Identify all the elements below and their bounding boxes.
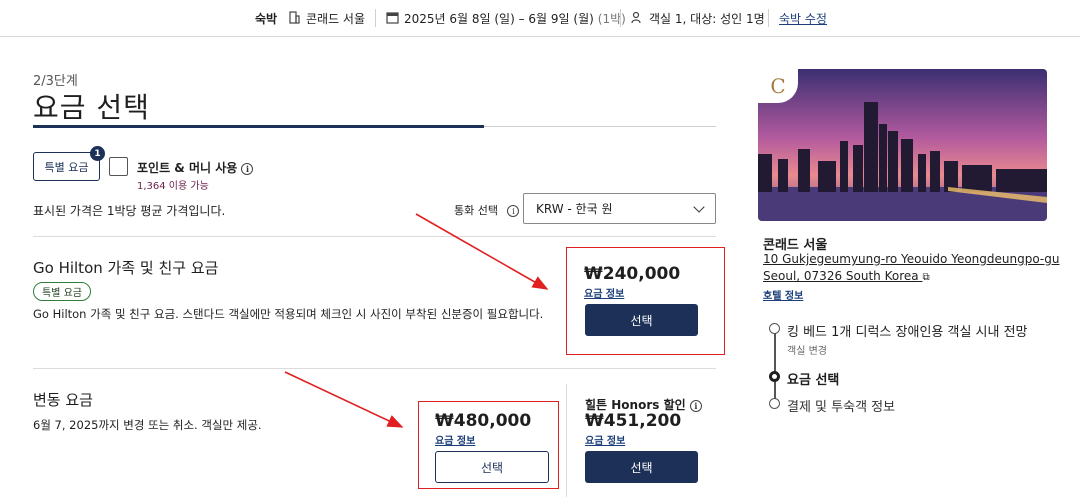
timeline-step-rate: 요금 선택 bbox=[787, 373, 840, 388]
timeline-step-payment: 결제 및 투숙객 정보 bbox=[787, 400, 896, 415]
timeline-dot-done bbox=[769, 323, 780, 334]
timeline-dot-active bbox=[769, 371, 780, 382]
timeline-dot-pending bbox=[769, 398, 780, 409]
sidebar-hotel-name: 콘래드 서울 bbox=[763, 238, 828, 253]
hotel-photo bbox=[758, 69, 1047, 221]
hotel-address-line2[interactable]: Seoul, 07326 South Korea ⧉ bbox=[763, 269, 930, 283]
annotation-arrow bbox=[415, 213, 549, 290]
timeline-step-room: 킹 베드 1개 디럭스 장애인용 객실 시내 전망 bbox=[787, 325, 1028, 340]
hotel-address-line1[interactable]: 10 Gukjegeumyung-ro Yeouido Yeongdeungpo… bbox=[763, 252, 1059, 266]
annotation-arrow bbox=[284, 371, 404, 428]
external-link-icon: ⧉ bbox=[922, 272, 930, 283]
booking-timeline-line bbox=[774, 333, 776, 405]
hotel-info-link[interactable]: 호텔 정보 bbox=[763, 287, 803, 302]
change-room-link[interactable]: 객실 변경 bbox=[787, 342, 827, 357]
